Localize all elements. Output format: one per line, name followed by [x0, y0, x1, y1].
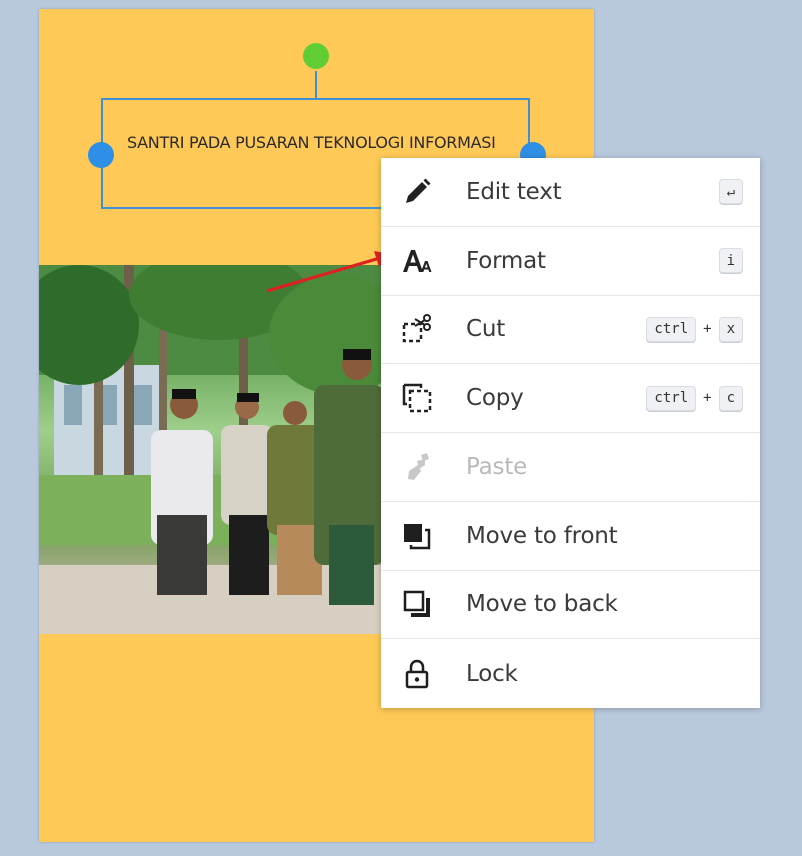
- menu-item-format[interactable]: Format i: [381, 227, 760, 296]
- menu-item-label: Format: [466, 247, 546, 274]
- lock-icon: [405, 659, 429, 688]
- menu-item-label: Edit text: [466, 178, 562, 205]
- key-ctrl: ctrl: [646, 385, 697, 411]
- context-menu: Edit text ↵ Format i Cut ctrl + x Copy c…: [381, 158, 760, 708]
- pencil-icon: [406, 178, 431, 203]
- resize-handle-left[interactable]: [88, 142, 114, 168]
- textbox-text[interactable]: SANTRI PADA PUSARAN TEKNOLOGI INFORMASI: [127, 127, 517, 159]
- key-ctrl: ctrl: [646, 316, 697, 342]
- shortcut: ctrl + c: [646, 385, 743, 411]
- photo-illustration: [39, 265, 384, 634]
- menu-item-label: Copy: [466, 385, 524, 412]
- plus-sign: +: [703, 390, 712, 407]
- menu-item-edit-text[interactable]: Edit text ↵: [381, 158, 760, 227]
- move-back-icon: [403, 591, 430, 618]
- menu-item-label: Move to front: [466, 522, 618, 549]
- copy-icon: [402, 383, 432, 413]
- rotate-handle[interactable]: [303, 43, 329, 69]
- key-i: i: [718, 248, 743, 274]
- menu-item-lock[interactable]: Lock: [381, 639, 760, 708]
- annotation-arrow: [266, 251, 392, 293]
- key-c: c: [718, 385, 743, 411]
- menu-item-label: Cut: [466, 316, 506, 343]
- menu-item-cut[interactable]: Cut ctrl + x: [381, 296, 760, 365]
- format-text-icon: [403, 249, 432, 272]
- key-x: x: [718, 316, 743, 342]
- menu-item-label: Lock: [466, 660, 518, 687]
- shortcut: ctrl + x: [646, 316, 743, 342]
- menu-item-move-to-back[interactable]: Move to back: [381, 571, 760, 640]
- photo-image[interactable]: [39, 265, 384, 634]
- key-enter: ↵: [718, 179, 743, 205]
- cut-icon: [402, 314, 431, 343]
- move-front-icon: [404, 523, 431, 549]
- menu-item-move-to-front[interactable]: Move to front: [381, 502, 760, 571]
- paste-icon: [408, 452, 429, 480]
- shortcut: i: [718, 248, 743, 274]
- rotate-connector: [315, 71, 317, 98]
- shortcut: ↵: [718, 179, 743, 205]
- plus-sign: +: [703, 321, 712, 338]
- menu-item-label: Move to back: [466, 591, 618, 618]
- menu-item-paste[interactable]: Paste: [381, 433, 760, 502]
- menu-item-copy[interactable]: Copy ctrl + c: [381, 364, 760, 433]
- menu-item-label: Paste: [466, 453, 528, 480]
